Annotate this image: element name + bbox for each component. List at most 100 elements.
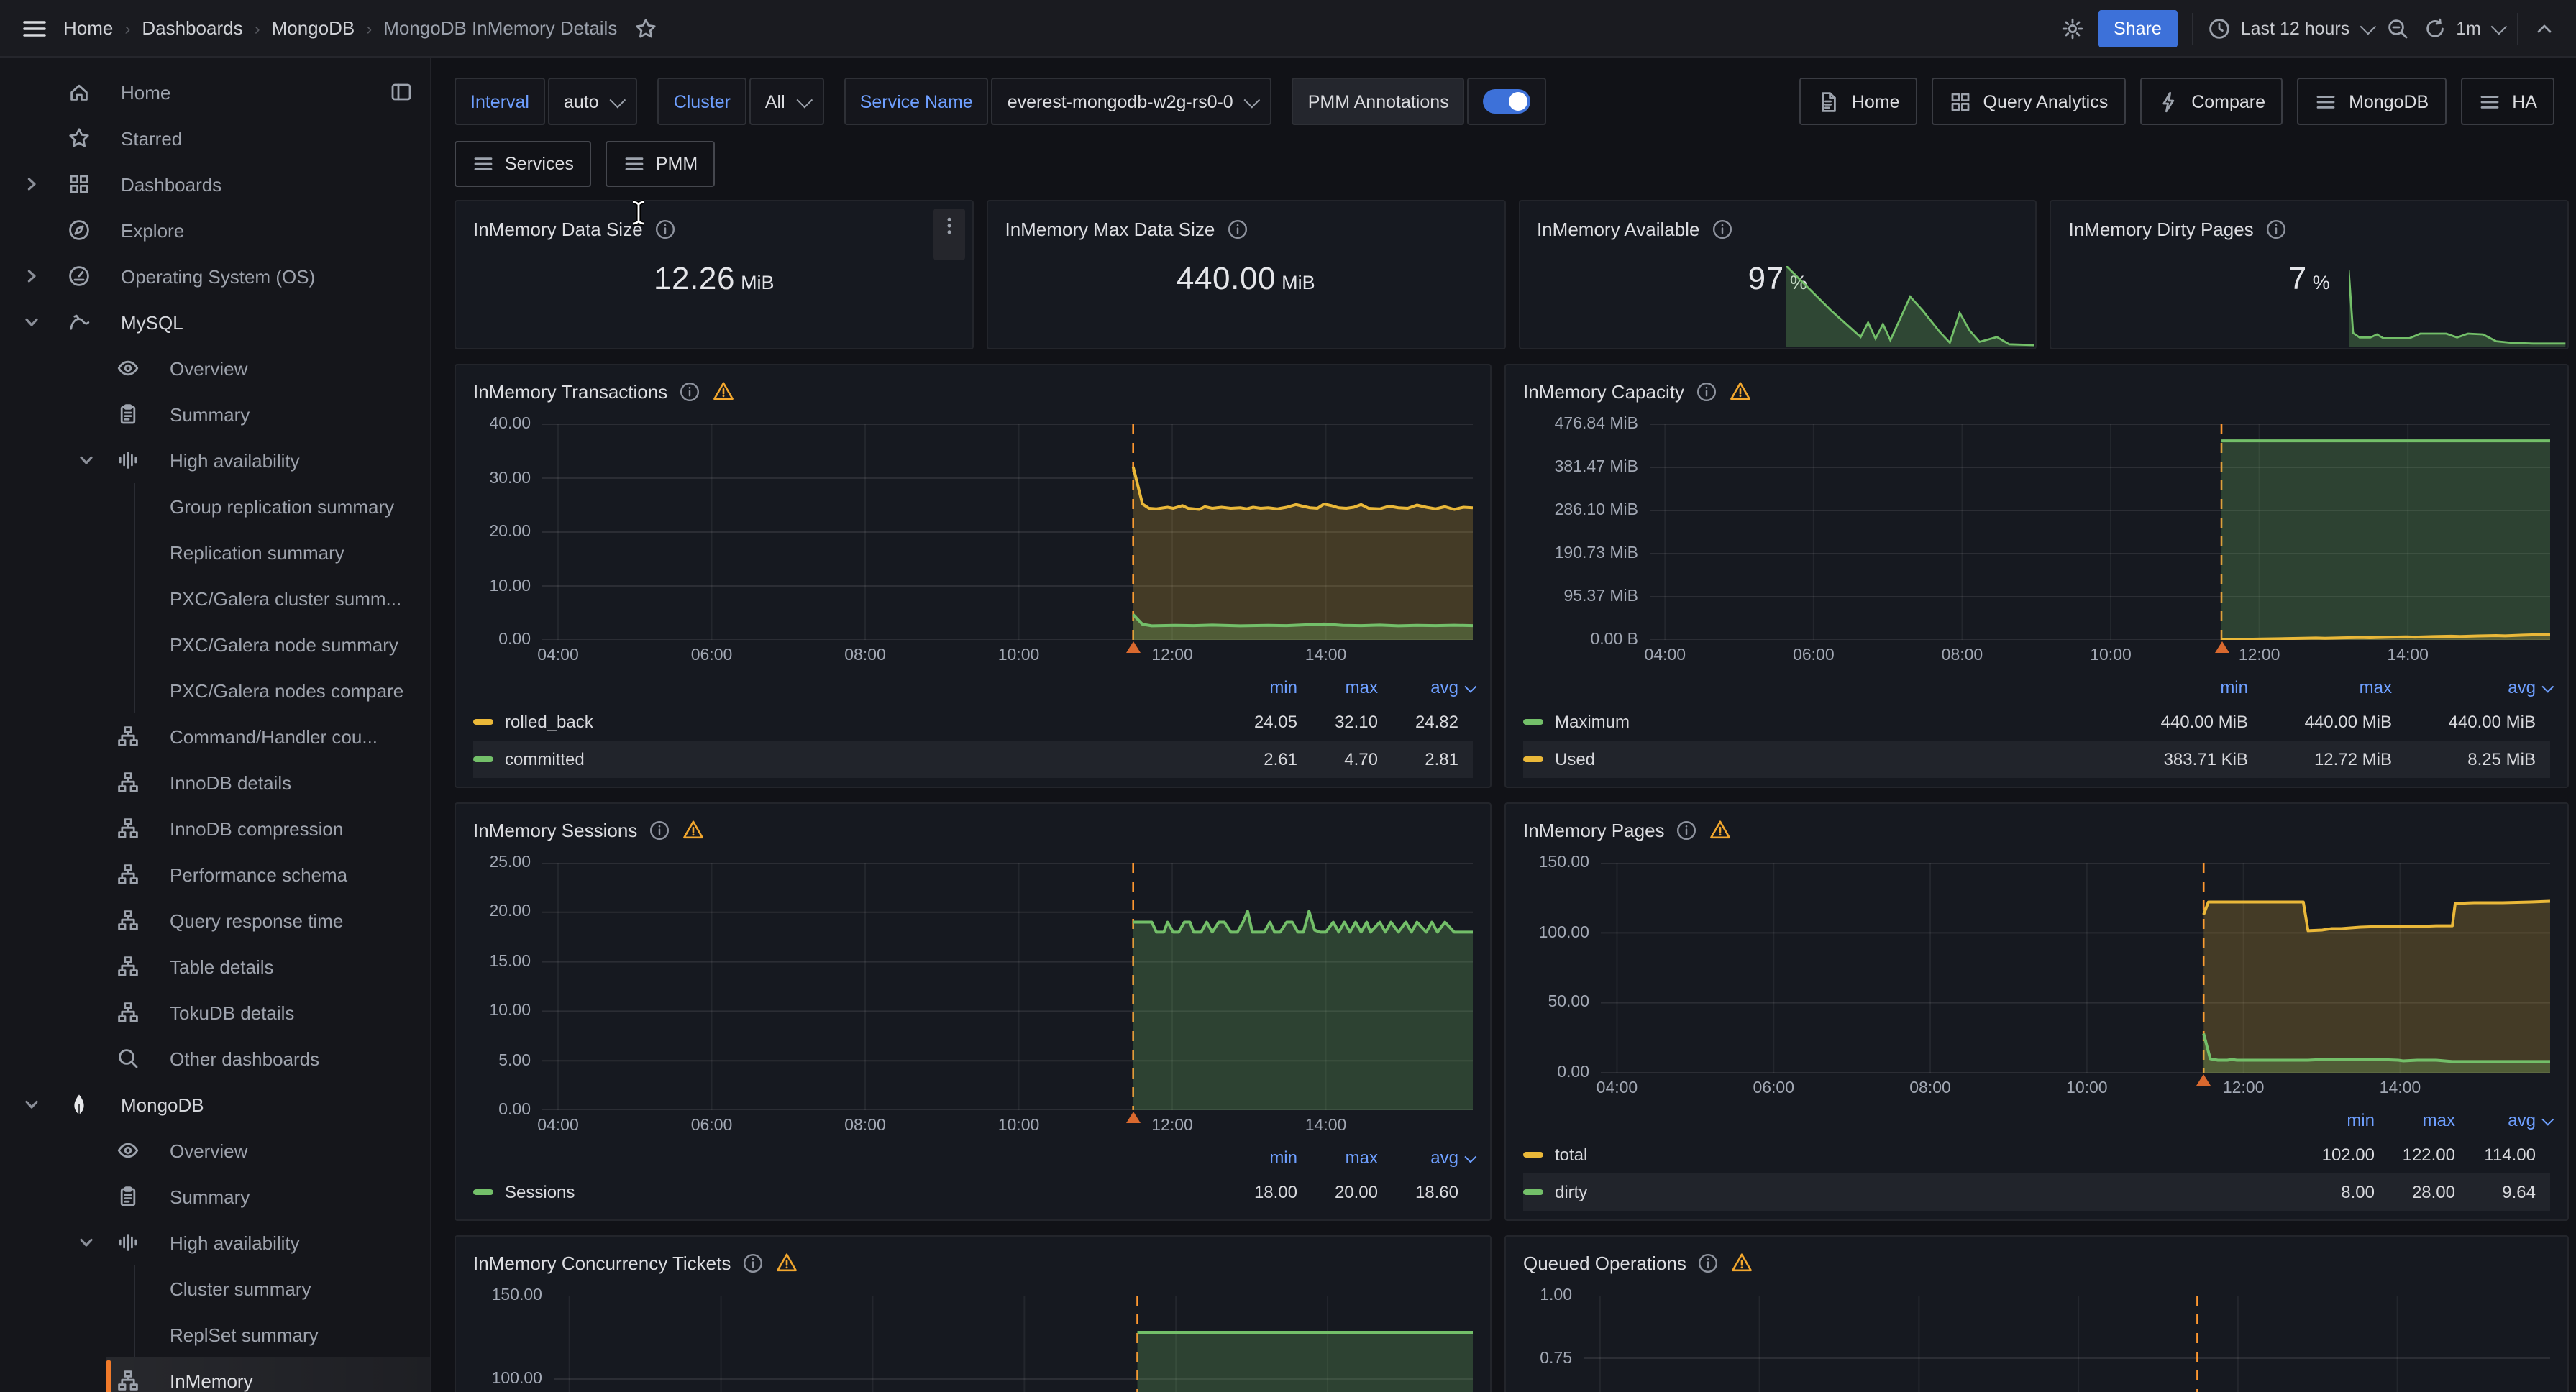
legend-sort-min[interactable]: min bbox=[1217, 677, 1297, 697]
sidebar-item-high-availability[interactable]: High availability bbox=[0, 437, 430, 483]
legend-sort-avg[interactable]: avg bbox=[1378, 677, 1458, 697]
info-icon[interactable] bbox=[649, 819, 670, 841]
legend-series-toggle[interactable]: total bbox=[1523, 1145, 2294, 1165]
chart-plot-area[interactable] bbox=[554, 1296, 1473, 1392]
chart-plot-area[interactable] bbox=[542, 863, 1473, 1110]
chevron-right-icon[interactable] bbox=[14, 175, 49, 193]
sidebar-item-performance-schema[interactable]: Performance schema bbox=[0, 851, 430, 897]
legend-sort-max[interactable]: max bbox=[1297, 677, 1378, 697]
sidebar-item-overview[interactable]: Overview bbox=[0, 1127, 430, 1173]
info-icon[interactable] bbox=[1696, 380, 1717, 402]
legend-series-toggle[interactable]: dirty bbox=[1523, 1182, 2294, 1202]
legend-series-toggle[interactable]: Used bbox=[1523, 749, 2104, 769]
legend-series-toggle[interactable]: Maximum bbox=[1523, 712, 2104, 732]
pmm-annotations-toggle[interactable] bbox=[1468, 78, 1547, 125]
legend-sort-min[interactable]: min bbox=[2104, 677, 2248, 697]
chart-plot-area[interactable] bbox=[542, 424, 1473, 640]
sidebar-item-pxc-galera-nodes-compare[interactable]: PXC/Galera nodes compare bbox=[0, 667, 430, 713]
zoom-out-icon[interactable] bbox=[2385, 17, 2408, 40]
cluster-select[interactable]: All bbox=[749, 78, 824, 125]
service-name-select[interactable]: everest-mongodb-w2g-rs0-0 bbox=[992, 78, 1272, 125]
interval-select[interactable]: auto bbox=[548, 78, 638, 125]
panel-title[interactable]: InMemory Transactions bbox=[473, 380, 667, 402]
legend-sort-max[interactable]: max bbox=[2375, 1110, 2455, 1130]
sidebar-item-table-details[interactable]: Table details bbox=[0, 943, 430, 989]
legend-sort-max[interactable]: max bbox=[2248, 677, 2392, 697]
dashboard-settings-gear-icon[interactable] bbox=[2060, 17, 2083, 40]
breadcrumb-item[interactable]: MongoDB InMemory Details bbox=[383, 17, 617, 39]
sidebar-item-dashboards[interactable]: Dashboards bbox=[0, 161, 430, 207]
chevron-down-icon[interactable] bbox=[69, 452, 104, 469]
chart-plot-area[interactable] bbox=[1650, 424, 2550, 640]
sidebar-item-inmemory[interactable]: InMemory bbox=[0, 1357, 430, 1392]
nav-button-ha[interactable]: HA bbox=[2460, 78, 2554, 125]
chevron-down-icon[interactable] bbox=[14, 1096, 49, 1113]
warning-icon[interactable] bbox=[1731, 1251, 1754, 1274]
sidebar-item-cluster-summary[interactable]: Cluster summary bbox=[0, 1265, 430, 1311]
warning-icon[interactable] bbox=[712, 380, 735, 403]
panel-title[interactable]: InMemory Sessions bbox=[473, 819, 637, 841]
sidebar-item-summary[interactable]: Summary bbox=[0, 1173, 430, 1219]
warning-icon[interactable] bbox=[682, 818, 705, 841]
favorite-star-icon[interactable] bbox=[634, 17, 657, 40]
chart-plot-area[interactable] bbox=[1584, 1296, 2550, 1392]
panel-title[interactable]: InMemory Max Data Size bbox=[1005, 218, 1215, 239]
sidebar-item-command-handler-cou[interactable]: Command/Handler cou... bbox=[0, 713, 430, 759]
panel-title[interactable]: InMemory Dirty Pages bbox=[2069, 218, 2254, 239]
info-icon[interactable] bbox=[1676, 819, 1698, 841]
legend-sort-avg[interactable]: avg bbox=[2392, 677, 2536, 697]
legend-sort-max[interactable]: max bbox=[1297, 1148, 1378, 1168]
breadcrumb-item[interactable]: Dashboards bbox=[142, 17, 242, 39]
sidebar-item-mysql[interactable]: MySQL bbox=[0, 299, 430, 345]
nav-button-query-analytics[interactable]: Query Analytics bbox=[1932, 78, 2126, 125]
info-icon[interactable] bbox=[654, 218, 676, 239]
legend-series-toggle[interactable]: rolled_back bbox=[473, 712, 1217, 732]
chevron-down-icon[interactable] bbox=[69, 1234, 104, 1251]
legend-series-toggle[interactable]: committed bbox=[473, 749, 1217, 769]
link-button-services[interactable]: Services bbox=[455, 141, 591, 187]
sidebar-item-group-replication-summary[interactable]: Group replication summary bbox=[0, 483, 430, 529]
refresh-icon[interactable] bbox=[2423, 17, 2446, 40]
sidebar-item-summary[interactable]: Summary bbox=[0, 391, 430, 437]
share-button[interactable]: Share bbox=[2098, 9, 2178, 47]
sidebar-item-pxc-galera-node-summary[interactable]: PXC/Galera node summary bbox=[0, 621, 430, 667]
legend-sort-avg[interactable]: avg bbox=[1378, 1148, 1458, 1168]
sidebar-item-other-dashboards[interactable]: Other dashboards bbox=[0, 1035, 430, 1081]
time-range-picker[interactable]: Last 12 hours bbox=[2208, 17, 2372, 40]
warning-icon[interactable] bbox=[775, 1251, 798, 1274]
panel-title[interactable]: InMemory Concurrency Tickets bbox=[473, 1252, 731, 1273]
sidebar-item-replset-summary[interactable]: ReplSet summary bbox=[0, 1311, 430, 1357]
panel-title[interactable]: InMemory Available bbox=[1537, 218, 1699, 239]
legend-sort-min[interactable]: min bbox=[1217, 1148, 1297, 1168]
sidebar-item-operating-system-os[interactable]: Operating System (OS) bbox=[0, 253, 430, 299]
breadcrumb-item[interactable]: MongoDB bbox=[272, 17, 355, 39]
refresh-interval-value[interactable]: 1m bbox=[2456, 18, 2481, 38]
legend-series-toggle[interactable]: Sessions bbox=[473, 1182, 1217, 1202]
sidebar-item-home[interactable]: Home bbox=[0, 69, 430, 115]
warning-icon[interactable] bbox=[1709, 818, 1732, 841]
legend-sort-avg[interactable]: avg bbox=[2455, 1110, 2536, 1130]
sidebar-item-starred[interactable]: Starred bbox=[0, 115, 430, 161]
sidebar-item-query-response-time[interactable]: Query response time bbox=[0, 897, 430, 943]
sidebar-item-overview[interactable]: Overview bbox=[0, 345, 430, 391]
sidebar-item-replication-summary[interactable]: Replication summary bbox=[0, 529, 430, 575]
panel-title[interactable]: Queued Operations bbox=[1523, 1252, 1686, 1273]
info-icon[interactable] bbox=[742, 1252, 764, 1273]
info-icon[interactable] bbox=[1698, 1252, 1719, 1273]
sidebar-item-mongodb[interactable]: MongoDB bbox=[0, 1081, 430, 1127]
collapse-caret-up-icon[interactable] bbox=[2533, 17, 2556, 40]
chevron-right-icon[interactable] bbox=[14, 267, 49, 285]
legend-sort-min[interactable]: min bbox=[2294, 1110, 2375, 1130]
panel-title[interactable]: InMemory Pages bbox=[1523, 819, 1665, 841]
info-icon[interactable] bbox=[2265, 218, 2287, 239]
chart-plot-area[interactable] bbox=[1601, 863, 2550, 1073]
breadcrumb-item[interactable]: Home bbox=[63, 17, 113, 39]
nav-button-home[interactable]: Home bbox=[1800, 78, 1917, 125]
panel-menu-kebab-icon[interactable] bbox=[933, 209, 965, 260]
sidebar-item-innodb-compression[interactable]: InnoDB compression bbox=[0, 805, 430, 851]
menu-toggle-icon[interactable] bbox=[20, 14, 49, 42]
sidebar-item-innodb-details[interactable]: InnoDB details bbox=[0, 759, 430, 805]
sidebar-item-explore[interactable]: Explore bbox=[0, 207, 430, 253]
link-button-pmm[interactable]: PMM bbox=[606, 141, 715, 187]
sidebar-item-high-availability[interactable]: High availability bbox=[0, 1219, 430, 1265]
